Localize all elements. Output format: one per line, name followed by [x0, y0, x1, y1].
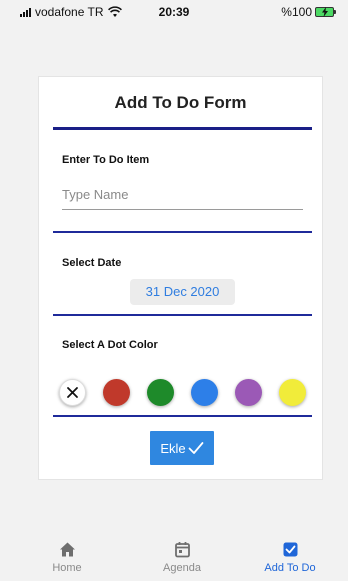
- color-divider: [53, 415, 312, 417]
- close-icon: [67, 387, 78, 398]
- todo-form-card: Add To Do Form Enter To Do Item Select D…: [38, 76, 323, 480]
- tab-add-todo-label: Add To Do: [264, 562, 316, 574]
- battery-percent: %100: [281, 5, 312, 19]
- calendar-icon: [174, 542, 190, 558]
- color-dot-blue[interactable]: [191, 379, 218, 406]
- title-divider: [53, 127, 312, 130]
- form-title: Add To Do Form: [114, 93, 247, 112]
- screen: vodafone TR 20:39 %100 Add To Do Form En…: [0, 0, 348, 581]
- clear-color-button[interactable]: [59, 379, 86, 406]
- status-bar: vodafone TR 20:39 %100: [0, 0, 348, 24]
- add-button-label: Ekle: [160, 440, 186, 456]
- dot-color-picker: [59, 379, 309, 407]
- item-label: Enter To Do Item: [62, 154, 150, 166]
- color-dot-purple[interactable]: [235, 379, 262, 406]
- tab-home-label: Home: [52, 562, 82, 574]
- status-right: %100: [281, 5, 336, 19]
- check-square-icon: [283, 542, 297, 557]
- tab-agenda[interactable]: Agenda: [142, 541, 222, 574]
- todo-name-input[interactable]: [62, 180, 303, 210]
- date-picker-button[interactable]: 31 Dec 2020: [130, 279, 235, 305]
- date-label: Select Date: [62, 257, 122, 269]
- charging-bolt-icon: [322, 7, 328, 17]
- color-label: Select A Dot Color: [62, 339, 158, 351]
- tab-agenda-label: Agenda: [163, 562, 201, 574]
- tab-bar: Home Agenda Add To Do: [0, 533, 348, 581]
- home-icon: [59, 542, 75, 557]
- tab-home[interactable]: Home: [27, 541, 107, 574]
- tab-add-todo[interactable]: Add To Do: [250, 541, 330, 574]
- item-divider: [53, 231, 312, 233]
- date-divider: [53, 314, 312, 316]
- color-dot-red[interactable]: [103, 379, 130, 406]
- battery-icon: [315, 7, 336, 17]
- checkmark-icon: [188, 442, 204, 454]
- add-button[interactable]: Ekle: [150, 431, 214, 465]
- color-dot-green[interactable]: [147, 379, 174, 406]
- color-dot-yellow[interactable]: [279, 379, 306, 406]
